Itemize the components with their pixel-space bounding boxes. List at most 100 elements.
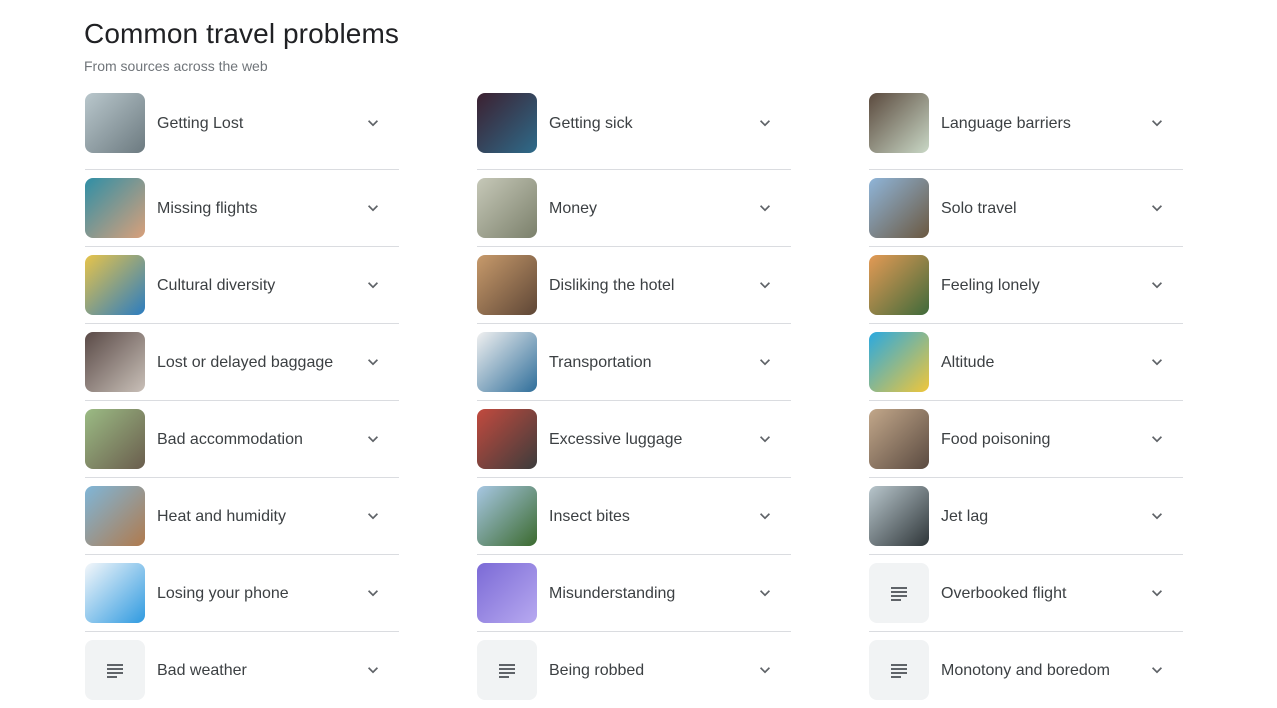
problem-label: Missing flights	[157, 200, 258, 217]
chevron-down-icon[interactable]	[755, 198, 775, 218]
problem-label: Solo travel	[941, 200, 1017, 217]
problem-accordion-row[interactable]: Feeling lonely	[869, 247, 1183, 324]
document-icon	[477, 640, 537, 700]
problem-label: Bad accommodation	[157, 431, 303, 448]
problem-label: Misunderstanding	[549, 585, 676, 602]
problem-label: Bad weather	[157, 662, 247, 679]
problem-label: Overbooked flight	[941, 585, 1067, 602]
problem-label: Losing your phone	[157, 585, 289, 602]
problem-accordion-row[interactable]: Monotony and boredom	[869, 632, 1183, 708]
problem-thumbnail-image	[85, 563, 145, 623]
chevron-down-icon[interactable]	[363, 506, 383, 526]
chevron-down-icon[interactable]	[755, 429, 775, 449]
problem-thumbnail-image	[85, 255, 145, 315]
chevron-down-icon[interactable]	[1147, 506, 1167, 526]
problem-accordion-row[interactable]: Overbooked flight	[869, 555, 1183, 632]
problem-label: Lost or delayed baggage	[157, 354, 334, 371]
problem-label: Getting Lost	[157, 115, 244, 132]
problem-label: Jet lag	[941, 508, 989, 525]
chevron-down-icon[interactable]	[1147, 352, 1167, 372]
chevron-down-icon[interactable]	[1147, 429, 1167, 449]
page-subtitle: From sources across the web	[84, 58, 268, 74]
chevron-down-icon[interactable]	[755, 352, 775, 372]
chevron-down-icon[interactable]	[755, 506, 775, 526]
problem-thumbnail-image	[85, 409, 145, 469]
chevron-down-icon[interactable]	[1147, 113, 1167, 133]
problem-accordion-row[interactable]: Solo travel	[869, 170, 1183, 247]
problem-label: Insect bites	[549, 508, 630, 525]
problem-label: Heat and humidity	[157, 508, 286, 525]
chevron-down-icon[interactable]	[755, 583, 775, 603]
chevron-down-icon[interactable]	[363, 429, 383, 449]
document-icon	[869, 640, 929, 700]
problem-accordion-row[interactable]: Language barriers	[869, 93, 1183, 170]
problem-label: Disliking the hotel	[549, 277, 675, 294]
problem-accordion-row[interactable]: Food poisoning	[869, 401, 1183, 478]
problem-accordion-row[interactable]: Getting Lost	[85, 93, 399, 170]
chevron-down-icon[interactable]	[363, 583, 383, 603]
problem-label: Feeling lonely	[941, 277, 1040, 294]
problem-accordion-row[interactable]: Cultural diversity	[85, 247, 399, 324]
chevron-down-icon[interactable]	[363, 352, 383, 372]
problems-grid: Getting Lost Missing flights Cultural dive…	[85, 93, 1183, 708]
problem-accordion-row[interactable]: Getting sick	[477, 93, 791, 170]
problem-accordion-row[interactable]: Losing your phone	[85, 555, 399, 632]
problem-thumbnail-image	[477, 563, 537, 623]
problem-accordion-row[interactable]: Excessive luggage	[477, 401, 791, 478]
chevron-down-icon[interactable]	[363, 113, 383, 133]
problem-accordion-row[interactable]: Transportation	[477, 324, 791, 401]
chevron-down-icon[interactable]	[363, 275, 383, 295]
problem-label: Being robbed	[549, 662, 645, 679]
problem-label: Money	[549, 200, 598, 217]
problem-accordion-row[interactable]: Bad accommodation	[85, 401, 399, 478]
problem-thumbnail-image	[869, 409, 929, 469]
problem-thumbnail-image	[477, 409, 537, 469]
chevron-down-icon[interactable]	[755, 660, 775, 680]
problem-accordion-row[interactable]: Money	[477, 170, 791, 247]
chevron-down-icon[interactable]	[1147, 275, 1167, 295]
chevron-down-icon[interactable]	[1147, 198, 1167, 218]
problems-column: Getting sick Money Disliking the hotel Tran…	[477, 93, 791, 708]
chevron-down-icon[interactable]	[363, 198, 383, 218]
chevron-down-icon[interactable]	[755, 113, 775, 133]
problem-accordion-row[interactable]: Disliking the hotel	[477, 247, 791, 324]
problem-thumbnail-image	[477, 178, 537, 238]
problem-accordion-row[interactable]: Altitude	[869, 324, 1183, 401]
problems-column: Language barriers Solo travel Feeling lone…	[869, 93, 1183, 708]
problem-accordion-row[interactable]: Being robbed	[477, 632, 791, 708]
chevron-down-icon[interactable]	[755, 275, 775, 295]
problem-label: Getting sick	[549, 115, 633, 132]
problem-accordion-row[interactable]: Misunderstanding	[477, 555, 791, 632]
problem-accordion-row[interactable]: Heat and humidity	[85, 478, 399, 555]
problem-thumbnail-image	[869, 486, 929, 546]
problem-label: Altitude	[941, 354, 995, 371]
problem-accordion-row[interactable]: Insect bites	[477, 478, 791, 555]
problem-thumbnail-image	[477, 93, 537, 153]
problem-label: Transportation	[549, 354, 652, 371]
problem-thumbnail-image	[85, 93, 145, 153]
chevron-down-icon[interactable]	[1147, 660, 1167, 680]
problem-thumbnail-image	[85, 486, 145, 546]
problem-accordion-row[interactable]: Jet lag	[869, 478, 1183, 555]
document-icon	[869, 563, 929, 623]
problem-thumbnail-image	[869, 332, 929, 392]
problem-thumbnail-image	[477, 332, 537, 392]
page-title: Common travel problems	[84, 18, 399, 49]
problem-label: Monotony and boredom	[941, 662, 1110, 679]
document-icon	[85, 640, 145, 700]
problem-thumbnail-image	[85, 332, 145, 392]
problem-thumbnail-image	[869, 178, 929, 238]
problem-accordion-row[interactable]: Bad weather	[85, 632, 399, 708]
problem-label: Food poisoning	[941, 431, 1051, 448]
problem-label: Cultural diversity	[157, 277, 276, 294]
chevron-down-icon[interactable]	[363, 660, 383, 680]
chevron-down-icon[interactable]	[1147, 583, 1167, 603]
problem-thumbnail-image	[477, 255, 537, 315]
problem-label: Language barriers	[941, 115, 1071, 132]
problems-column: Getting Lost Missing flights Cultural dive…	[85, 93, 399, 708]
problem-thumbnail-image	[869, 255, 929, 315]
problem-thumbnail-image	[85, 178, 145, 238]
problem-accordion-row[interactable]: Missing flights	[85, 170, 399, 247]
problem-accordion-row[interactable]: Lost or delayed baggage	[85, 324, 399, 401]
problem-thumbnail-image	[477, 486, 537, 546]
